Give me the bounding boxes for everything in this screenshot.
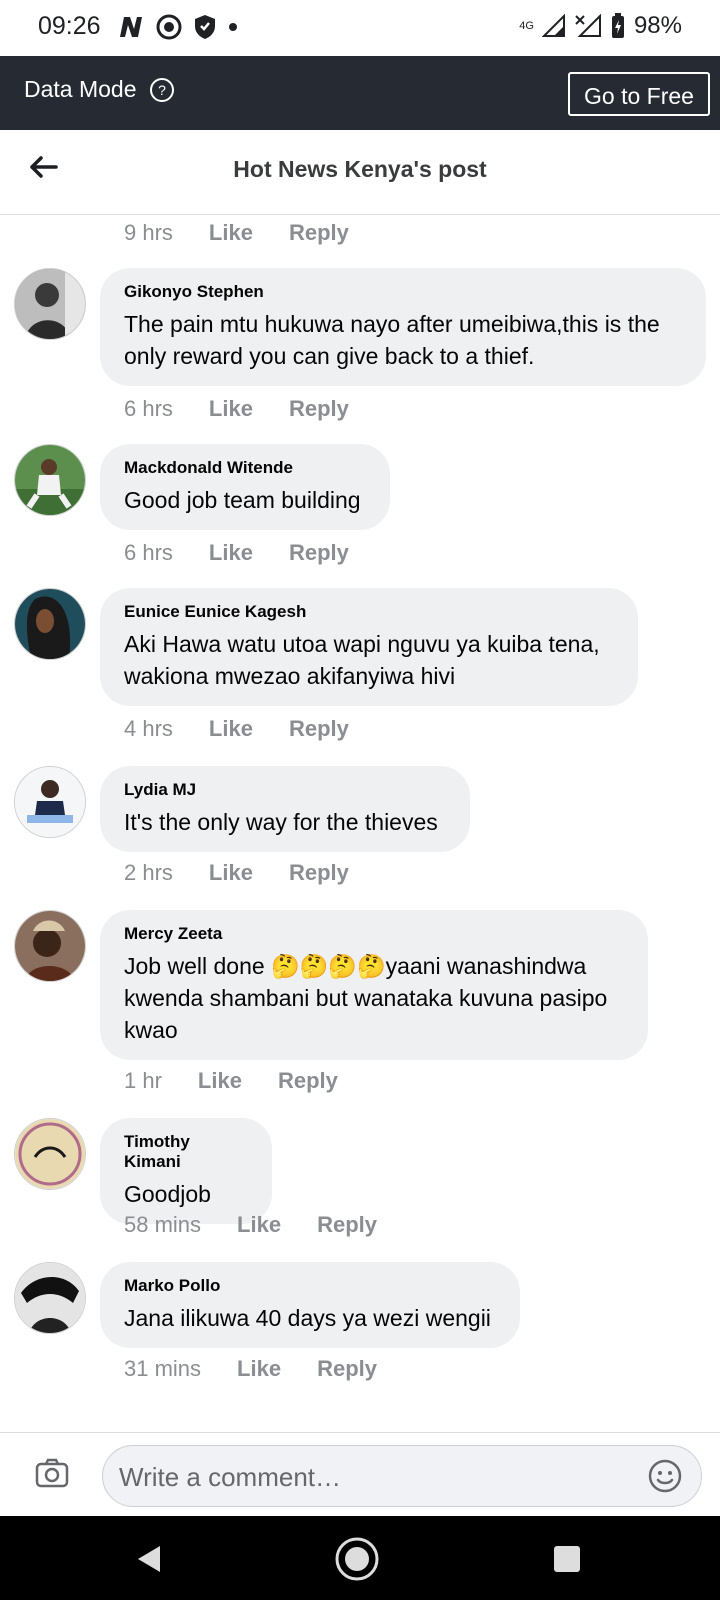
comment-meta: 4 hrs Like Reply xyxy=(124,716,349,742)
battery-percent: 98% xyxy=(633,12,682,39)
commenter-name[interactable]: Mackdonald Witende xyxy=(124,458,366,478)
comment-time: 1 hr xyxy=(124,1068,162,1093)
comment-input[interactable] xyxy=(117,1446,621,1508)
reply-button[interactable]: Reply xyxy=(289,716,349,742)
comment-meta: 6 hrs Like Reply xyxy=(124,540,349,566)
avatar[interactable] xyxy=(14,444,86,516)
like-button[interactable]: Like xyxy=(198,1068,242,1094)
commenter-name[interactable]: Marko Pollo xyxy=(124,1276,496,1296)
reply-button[interactable]: Reply xyxy=(289,860,349,886)
comment-time: 9 hrs xyxy=(124,220,173,245)
comment-composer xyxy=(0,1432,720,1517)
comment-bubble[interactable]: Gikonyo Stephen The pain mtu hukuwa nayo… xyxy=(100,268,706,386)
avatar-image xyxy=(15,1119,85,1189)
comment-meta: 9 hrs Like Reply xyxy=(124,220,349,246)
avatar[interactable] xyxy=(14,766,86,838)
help-icon[interactable]: ? xyxy=(150,78,174,102)
system-nav-bar xyxy=(0,1516,720,1600)
avatar-image xyxy=(15,589,85,659)
comments-feed[interactable]: 9 hrs Like Reply Gikonyo Stephen The pai… xyxy=(0,214,720,1432)
data-mode-bar: Data Mode ? Go to Free xyxy=(0,56,720,130)
emoji-icon[interactable] xyxy=(647,1458,683,1494)
signal-icon xyxy=(541,14,565,37)
camera-icon[interactable] xyxy=(34,1455,70,1491)
avatar[interactable] xyxy=(14,1262,86,1334)
avatar[interactable] xyxy=(14,1118,86,1190)
page-title: Hot News Kenya's post xyxy=(233,156,487,182)
commenter-name[interactable]: Mercy Zeeta xyxy=(124,924,624,944)
comment-bubble[interactable]: Mackdonald Witende Good job team buildin… xyxy=(100,444,390,530)
like-button[interactable]: Like xyxy=(209,220,253,246)
reply-button[interactable]: Reply xyxy=(289,396,349,422)
comment-meta: 2 hrs Like Reply xyxy=(124,860,349,886)
comment-text: It's the only way for the thieves xyxy=(124,809,438,835)
status-right: 4G 98% xyxy=(519,12,682,40)
like-button[interactable]: Like xyxy=(209,860,253,886)
reply-button[interactable]: Reply xyxy=(289,220,349,246)
dot-icon xyxy=(229,23,237,31)
comment-meta: 58 mins Like Reply xyxy=(124,1212,377,1238)
avatar-image xyxy=(15,269,85,339)
comment-bubble[interactable]: Timothy Kimani Goodjob xyxy=(100,1118,272,1224)
network-label: 4G xyxy=(519,19,534,32)
comment-meta: 31 mins Like Reply xyxy=(124,1356,377,1382)
comment-bubble[interactable]: Lydia MJ It's the only way for the thiev… xyxy=(100,766,470,852)
shield-icon xyxy=(195,15,215,39)
avatar[interactable] xyxy=(14,910,86,982)
signal-off-icon xyxy=(575,14,601,37)
battery-icon xyxy=(611,13,624,38)
comment-text: Jana ilikuwa 40 days ya wezi wengii xyxy=(124,1305,491,1331)
comment-text: The pain mtu hukuwa nayo after umeibiwa,… xyxy=(124,311,660,369)
comment-time: 6 hrs xyxy=(124,540,173,565)
comment-meta: 1 hr Like Reply xyxy=(124,1068,338,1094)
commenter-name[interactable]: Timothy Kimani xyxy=(124,1132,248,1172)
reply-button[interactable]: Reply xyxy=(317,1356,377,1382)
commenter-name[interactable]: Lydia MJ xyxy=(124,780,446,800)
reply-button[interactable]: Reply xyxy=(289,540,349,566)
avatar[interactable] xyxy=(14,588,86,660)
comment-time: 31 mins xyxy=(124,1356,202,1381)
reply-button[interactable]: Reply xyxy=(278,1068,338,1094)
avatar-image xyxy=(15,767,85,837)
comment-bubble[interactable]: Marko Pollo Jana ilikuwa 40 days ya wezi… xyxy=(100,1262,520,1348)
nav-recents-icon[interactable] xyxy=(554,1546,580,1572)
avatar-image xyxy=(15,911,85,981)
comment-bubble[interactable]: Mercy Zeeta Job well done 🤔🤔🤔🤔yaani wana… xyxy=(100,910,648,1060)
n-app-icon xyxy=(120,17,142,37)
like-button[interactable]: Like xyxy=(209,716,253,742)
like-button[interactable]: Like xyxy=(209,396,253,422)
opera-icon xyxy=(156,14,182,40)
avatar[interactable] xyxy=(14,268,86,340)
comment-text: Job well done 🤔🤔🤔🤔yaani wanashindwa kwen… xyxy=(124,953,608,1043)
comment-time: 2 hrs xyxy=(124,860,173,885)
comment-text: Goodjob xyxy=(124,1181,211,1207)
data-mode-label: Data Mode xyxy=(24,76,137,102)
comment-time: 6 hrs xyxy=(124,396,173,421)
comment-meta: 6 hrs Like Reply xyxy=(124,396,349,422)
nav-home-icon[interactable] xyxy=(334,1536,380,1582)
notification-icons xyxy=(118,14,238,40)
comment-text: Good job team building xyxy=(124,487,361,513)
status-bar: 09:26 4G 98% xyxy=(0,0,720,56)
avatar-image xyxy=(15,445,85,515)
reply-button[interactable]: Reply xyxy=(317,1212,377,1238)
comment-time: 58 mins xyxy=(124,1212,202,1237)
nav-back-icon[interactable] xyxy=(136,1544,162,1574)
go-to-free-button[interactable]: Go to Free xyxy=(568,72,710,116)
comment-input-box[interactable] xyxy=(102,1445,702,1508)
commenter-name[interactable]: Eunice Eunice Kagesh xyxy=(124,602,614,622)
comment-time: 4 hrs xyxy=(124,716,173,741)
avatar-image xyxy=(15,1263,85,1333)
status-time: 09:26 xyxy=(38,12,101,40)
like-button[interactable]: Like xyxy=(237,1212,281,1238)
post-header: Hot News Kenya's post xyxy=(0,130,720,215)
comment-bubble[interactable]: Eunice Eunice Kagesh Aki Hawa watu utoa … xyxy=(100,588,638,706)
like-button[interactable]: Like xyxy=(209,540,253,566)
like-button[interactable]: Like xyxy=(237,1356,281,1382)
commenter-name[interactable]: Gikonyo Stephen xyxy=(124,282,682,302)
comment-text: Aki Hawa watu utoa wapi nguvu ya kuiba t… xyxy=(124,631,600,689)
